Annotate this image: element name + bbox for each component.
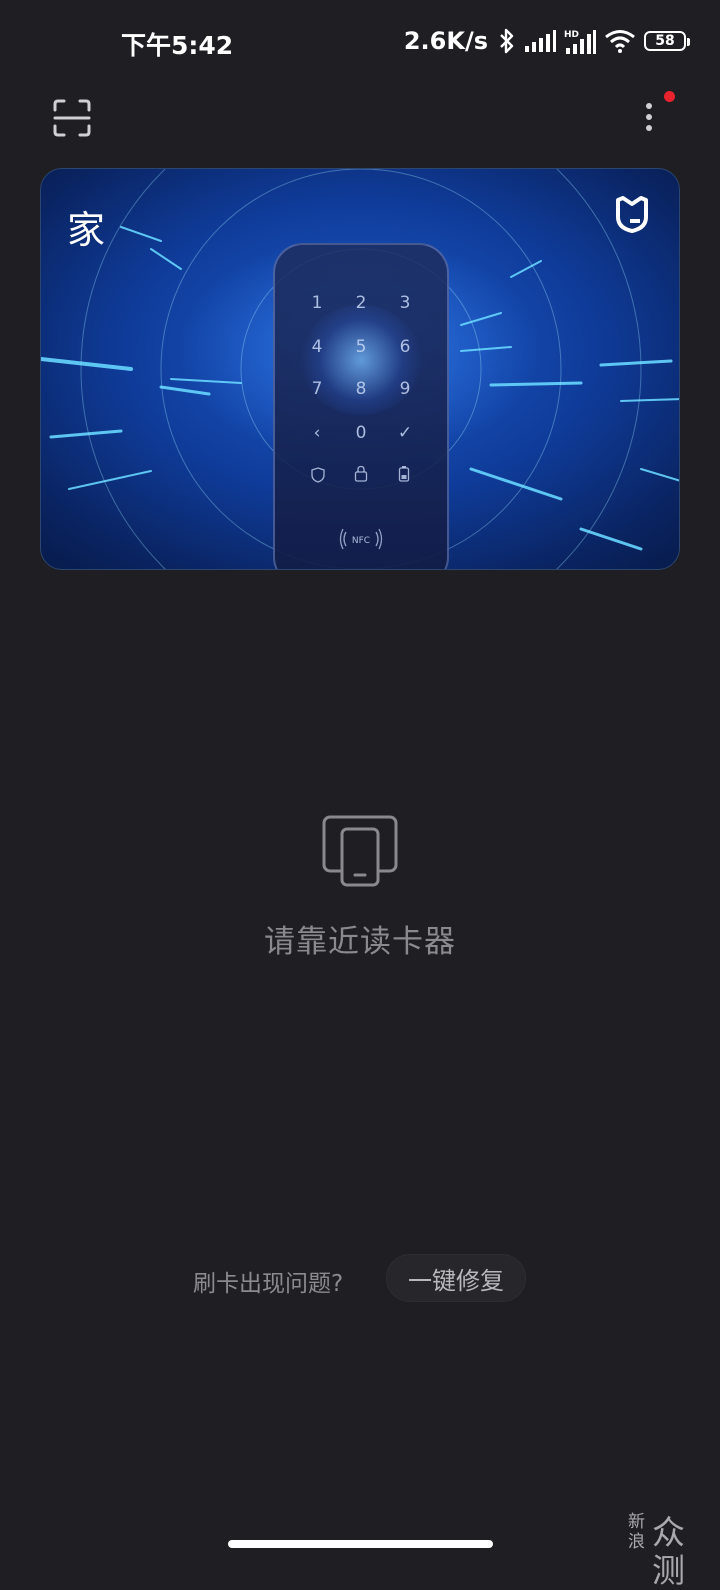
status-icons: 2.6K/s HD 58	[403, 24, 690, 58]
phone-card-icon	[322, 815, 398, 887]
signal-icon	[525, 30, 556, 52]
key-4: 4	[311, 337, 323, 357]
status-time: 下午5:42	[121, 31, 234, 60]
keypad-keys: 1 2 3 4 5 6 7 8 9 ‹ 0 ✓ NFC	[275, 245, 447, 569]
hd-signal-icon: HD	[564, 30, 596, 54]
network-speed: 2.6K/s	[403, 27, 488, 55]
key-9: 9	[399, 379, 411, 399]
notification-dot	[664, 91, 675, 102]
lock-icon	[354, 465, 368, 482]
key-confirm: ✓	[397, 423, 413, 443]
battery-icon: 58	[644, 31, 690, 51]
nfc-icon: NFC	[339, 528, 383, 550]
wifi-icon	[605, 30, 635, 53]
mi-logo-icon	[616, 196, 648, 233]
access-card[interactable]: 1 2 3 4 5 6 7 8 9 ‹ 0 ✓ NFC 家	[40, 168, 680, 570]
battery-level-icon	[398, 466, 410, 482]
bluetooth-icon	[500, 28, 514, 54]
door-lock-keypad: 1 2 3 4 5 6 7 8 9 ‹ 0 ✓ NFC	[273, 243, 449, 569]
card-title: 家	[67, 208, 106, 252]
nfc-label: NFC	[352, 536, 370, 546]
one-click-fix-button[interactable]: 一键修复	[386, 1254, 526, 1302]
key-3: 3	[399, 293, 411, 313]
shield-icon	[311, 467, 325, 483]
watermark-logo: 新浪 众测	[628, 1512, 712, 1590]
key-back: ‹	[313, 423, 321, 443]
scan-icon[interactable]	[52, 98, 92, 138]
watermark-big-text: 众测	[652, 1513, 685, 1590]
key-8: 8	[355, 379, 367, 399]
key-5: 5	[355, 337, 367, 357]
watermark-small-text: 新浪	[628, 1512, 645, 1552]
more-icon[interactable]	[634, 96, 664, 140]
key-0: 0	[355, 423, 367, 443]
key-6: 6	[399, 337, 411, 357]
fix-button-label: 一键修复	[408, 1266, 504, 1295]
key-1: 1	[311, 293, 323, 313]
status-bar: 下午5:42 2.6K/s HD 58	[0, 0, 720, 80]
problem-text: 刷卡出现问题?	[193, 1271, 344, 1297]
battery-level: 58	[655, 33, 675, 49]
key-2: 2	[355, 293, 367, 313]
key-7: 7	[311, 379, 323, 399]
reader-prompt: 请靠近读卡器	[264, 924, 456, 960]
svg-text:HD: HD	[564, 30, 579, 40]
home-indicator[interactable]	[228, 1540, 493, 1548]
